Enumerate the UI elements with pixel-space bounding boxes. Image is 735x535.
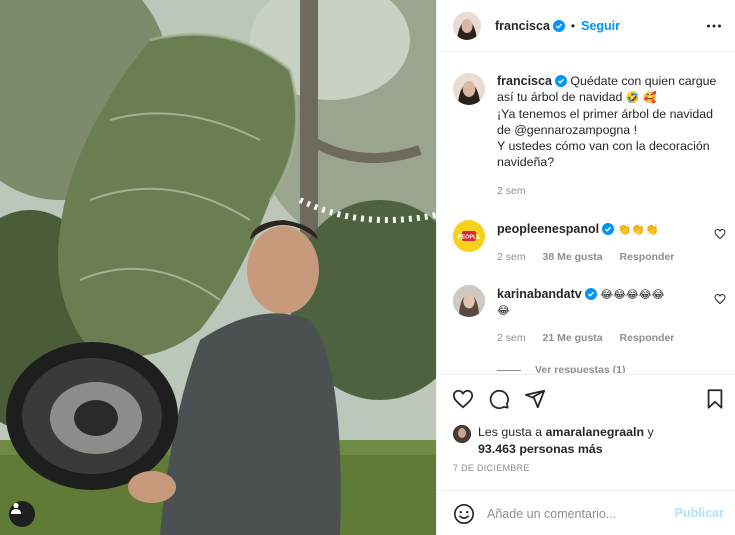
caption-line: navideña? — [497, 155, 555, 169]
verified-icon — [552, 19, 565, 32]
commenter-avatar[interactable]: PEOPLE — [453, 220, 485, 252]
likes-connector: y — [647, 425, 654, 439]
caption-line: Y ustedes cómo van con la decoración — [497, 139, 710, 153]
photo-illustration — [0, 0, 436, 535]
comment-likes[interactable]: 21 Me gusta — [543, 332, 603, 344]
caption-author-avatar[interactable] — [453, 73, 485, 105]
post-date[interactable]: 7 DE DICIEMBRE — [453, 463, 530, 473]
separator-dot: • — [570, 18, 576, 33]
caption-line: ¡Ya tenemos el primer árbol de navidad — [497, 107, 714, 121]
post-side-panel: francisca • Seguir francisca Quédate con… — [436, 0, 735, 535]
comment-text: 😂 — [497, 304, 510, 317]
verified-icon — [554, 75, 567, 87]
verified-icon — [602, 223, 615, 235]
user-tag-icon[interactable] — [9, 501, 35, 527]
comment-time[interactable]: 2 sem — [497, 332, 526, 344]
caption-line: así tu árbol de navidad — [497, 90, 623, 104]
comment-text: 😂😂😂😂😂 — [600, 288, 665, 301]
likes-count[interactable]: 93.463 personas más — [478, 442, 603, 456]
comment-text: 👏👏👏 — [617, 223, 659, 236]
liker-username[interactable]: amaralanegraaln — [546, 425, 645, 439]
caption-author[interactable]: francisca — [497, 74, 552, 88]
comment-time[interactable]: 2 sem — [497, 251, 526, 263]
heart-icon[interactable] — [714, 228, 726, 240]
heart-icon[interactable] — [714, 293, 726, 305]
commenter-avatar[interactable] — [453, 285, 485, 317]
caption-line: Quédate con quien cargue — [570, 74, 717, 88]
reply-button[interactable]: Responder — [620, 332, 675, 344]
bookmark-icon[interactable] — [704, 388, 726, 410]
author-username[interactable]: francisca — [495, 19, 550, 33]
action-bar — [437, 374, 735, 422]
heart-icon[interactable] — [452, 388, 474, 410]
add-comment-bar: Publicar — [437, 490, 735, 535]
caption-emoji: 🤣 🥰 — [625, 91, 657, 104]
comment-likes[interactable]: 38 Me gusta — [543, 251, 603, 263]
view-replies-button[interactable]: Ver respuestas (1) — [535, 364, 625, 373]
comment-author[interactable]: karinabandatv — [497, 287, 582, 301]
reply-button[interactable]: Responder — [620, 251, 675, 263]
more-options-icon[interactable] — [706, 18, 722, 34]
follow-button[interactable]: Seguir — [581, 19, 620, 33]
emoji-icon[interactable] — [453, 503, 475, 525]
verified-icon — [584, 288, 597, 300]
svg-text:PEOPLE: PEOPLE — [458, 235, 481, 241]
comment-item: PEOPLE peopleenespanol 👏👏👏 2 sem 38 Me g… — [453, 220, 728, 270]
publish-button[interactable]: Publicar — [675, 506, 724, 520]
caption-mention: de @gennarozampogna ! — [497, 123, 638, 137]
likes-prefix: Les gusta a — [478, 425, 543, 439]
caption: francisca Quédate con quien cargue así t… — [453, 73, 728, 203]
post-photo[interactable] — [0, 0, 436, 535]
comment-icon[interactable] — [488, 388, 510, 410]
share-icon[interactable] — [524, 388, 546, 410]
comment-input[interactable] — [487, 500, 667, 528]
comments-list[interactable]: francisca Quédate con quien cargue así t… — [437, 53, 735, 373]
author-avatar[interactable] — [453, 11, 481, 40]
post-header: francisca • Seguir — [437, 0, 735, 52]
comment-item: karinabandatv 😂😂😂😂😂 😂 2 sem 21 Me gusta … — [453, 285, 728, 355]
comment-author[interactable]: peopleenespanol — [497, 222, 599, 236]
liker-avatar[interactable] — [453, 425, 471, 443]
caption-time[interactable]: 2 sem — [497, 185, 526, 197]
